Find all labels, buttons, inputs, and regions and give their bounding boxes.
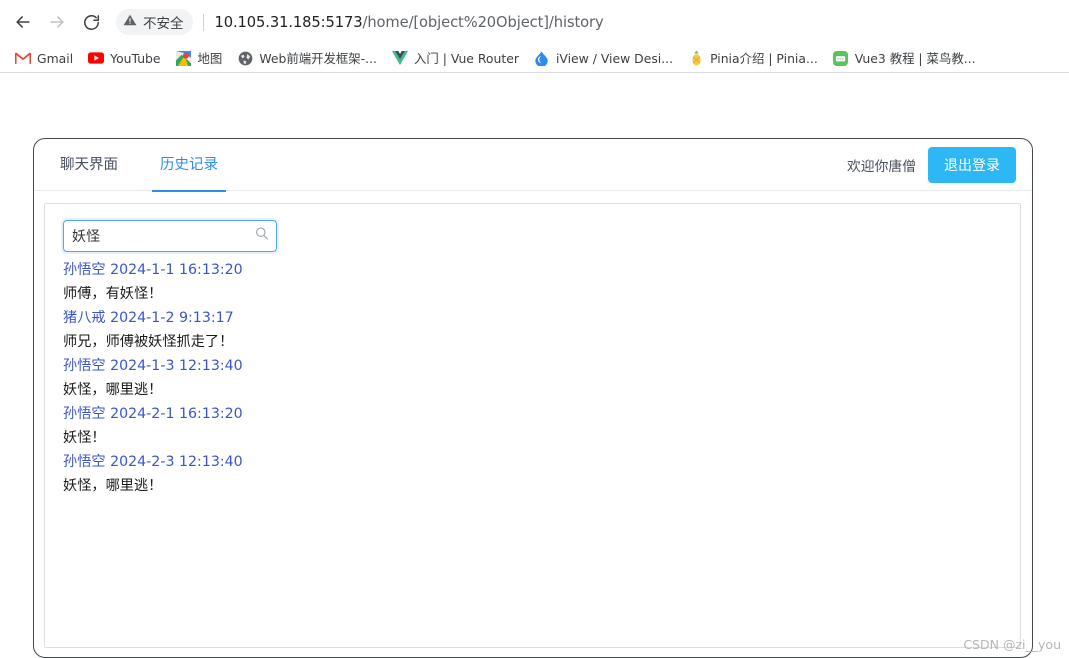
message-text: 妖怪，哪里逃！ — [63, 478, 163, 494]
gmail-icon — [15, 50, 31, 66]
bookmark-maps[interactable]: 地图 — [169, 46, 230, 70]
reload-icon — [82, 13, 101, 32]
header-right: 欢迎你唐僧 退出登录 — [847, 146, 1016, 183]
message-meta: 孙悟空 2024-2-1 16:13:20 — [63, 402, 1002, 426]
message-sender: 猪八戒 — [63, 310, 111, 326]
iview-icon — [534, 50, 550, 66]
bookmark-label: Pinia介绍 | Pinia... — [710, 51, 818, 66]
bookmark-label: Gmail — [37, 50, 74, 66]
runoob-icon: </> — [833, 50, 849, 66]
message-time: 2024-1-1 16:13:20 — [110, 262, 243, 278]
url-host: 10.105.31.185:5173 — [214, 13, 363, 31]
list-item: 孙悟空 2024-1-3 12:13:40 妖怪，哪里逃！ — [63, 354, 1002, 402]
omnibox-divider — [202, 13, 204, 31]
svg-text:</>: </> — [837, 57, 845, 61]
bookmark-web-frontend[interactable]: Web前端开发框架-... — [230, 46, 384, 70]
history-message-list: 孙悟空 2024-1-1 16:13:20 师傅，有妖怪！ 猪八戒 2024-1… — [63, 258, 1002, 498]
forward-button[interactable] — [42, 7, 72, 37]
watermark: CSDN @zi__you — [963, 637, 1061, 652]
bookmark-label: Web前端开发框架-... — [259, 51, 377, 66]
pineapple-icon — [688, 50, 704, 66]
message-sender: 孙悟空 — [63, 454, 111, 470]
message-meta: 猪八戒 2024-1-2 9:13:17 — [63, 306, 1002, 330]
list-item: 孙悟空 2024-2-3 12:13:40 妖怪，哪里逃！ — [63, 450, 1002, 498]
list-item: 孙悟空 2024-1-1 16:13:20 师傅，有妖怪！ — [63, 258, 1002, 306]
security-label: 不安全 — [143, 16, 184, 32]
history-panel: 孙悟空 2024-1-1 16:13:20 师傅，有妖怪！ 猪八戒 2024-1… — [44, 203, 1021, 648]
message-time: 2024-1-3 12:13:40 — [110, 358, 243, 374]
tab-chat[interactable]: 聊天界面 — [44, 139, 134, 191]
message-text: 师傅，有妖怪！ — [63, 286, 163, 302]
bookmark-label: 地图 — [197, 51, 223, 66]
card-body: 孙悟空 2024-1-1 16:13:20 师傅，有妖怪！ 猪八戒 2024-1… — [34, 191, 1032, 648]
arrow-right-icon — [47, 12, 67, 32]
url-text: 10.105.31.185:5173/home/[object%20Object… — [215, 14, 604, 31]
site-security-chip[interactable]: 不安全 — [116, 9, 193, 35]
bookmark-pinia[interactable]: Pinia介绍 | Pinia... — [681, 46, 825, 70]
card-header: 聊天界面 历史记录 欢迎你唐僧 退出登录 — [34, 139, 1032, 192]
message-sender: 孙悟空 — [63, 262, 111, 278]
message-meta: 孙悟空 2024-2-3 12:13:40 — [63, 450, 1002, 474]
reload-button[interactable] — [76, 7, 106, 37]
back-button[interactable] — [8, 7, 38, 37]
globe-icon — [237, 50, 253, 66]
welcome-text: 欢迎你唐僧 — [847, 158, 916, 175]
search-input[interactable] — [63, 220, 277, 252]
message-text: 妖怪！ — [63, 430, 106, 446]
address-bar[interactable]: 不安全 10.105.31.185:5173/home/[object%20Ob… — [116, 7, 1059, 37]
message-text: 妖怪，哪里逃！ — [63, 382, 163, 398]
message-sender: 孙悟空 — [63, 406, 111, 422]
list-item: 猪八戒 2024-1-2 9:13:17 师兄，师傅被妖怪抓走了！ — [63, 306, 1002, 354]
app-card: 聊天界面 历史记录 欢迎你唐僧 退出登录 妖怪 孙悟空 2024-1-1 16:… — [33, 138, 1033, 658]
logout-button[interactable]: 退出登录 — [928, 146, 1016, 183]
bookmark-youtube[interactable]: YouTube — [81, 46, 167, 70]
browser-chrome: 不安全 10.105.31.185:5173/home/[object%20Ob… — [0, 0, 1069, 73]
search-box — [63, 220, 277, 252]
message-sender: 孙悟空 — [63, 358, 111, 374]
message-time: 2024-1-2 9:13:17 — [110, 310, 234, 326]
bookmark-label: Vue3 教程 | 菜鸟教... — [854, 51, 976, 66]
page-viewport: 聊天界面 历史记录 欢迎你唐僧 退出登录 妖怪 孙悟空 2024-1-1 16:… — [0, 73, 1069, 658]
url-path: /home/[object%20Object]/history — [362, 13, 604, 31]
bookmark-label: 入门 | Vue Router — [413, 51, 519, 66]
browser-toolbar: 不安全 10.105.31.185:5173/home/[object%20Ob… — [0, 0, 1069, 44]
youtube-icon — [88, 50, 105, 66]
tab-bar: 聊天界面 历史记录 — [34, 139, 234, 192]
bookmark-vue-router[interactable]: 入门 | Vue Router — [385, 46, 526, 70]
bookmark-gmail[interactable]: Gmail — [8, 46, 80, 70]
vue-icon — [391, 50, 408, 66]
message-meta: 孙悟空 2024-1-3 12:13:40 — [63, 354, 1002, 378]
bookmark-label: iView / View Desi... — [555, 50, 674, 66]
message-text: 师兄，师傅被妖怪抓走了！ — [63, 334, 234, 350]
bookmarks-bar: Gmail YouTube 地图 Web前端开发框架-... 入门 | Vue … — [0, 44, 1069, 73]
message-time: 2024-2-1 16:13:20 — [110, 406, 243, 422]
bookmark-label: YouTube — [110, 50, 161, 66]
message-meta: 孙悟空 2024-1-1 16:13:20 — [63, 258, 1002, 282]
bookmark-iview[interactable]: iView / View Desi... — [527, 46, 680, 70]
list-item: 孙悟空 2024-2-1 16:13:20 妖怪！ — [63, 402, 1002, 450]
bookmark-runoob[interactable]: </> Vue3 教程 | 菜鸟教... — [826, 46, 983, 70]
arrow-left-icon — [13, 12, 33, 32]
google-maps-icon — [176, 50, 192, 66]
tab-history[interactable]: 历史记录 — [144, 139, 234, 192]
message-time: 2024-2-3 12:13:40 — [110, 454, 243, 470]
warning-triangle-icon — [123, 13, 137, 31]
